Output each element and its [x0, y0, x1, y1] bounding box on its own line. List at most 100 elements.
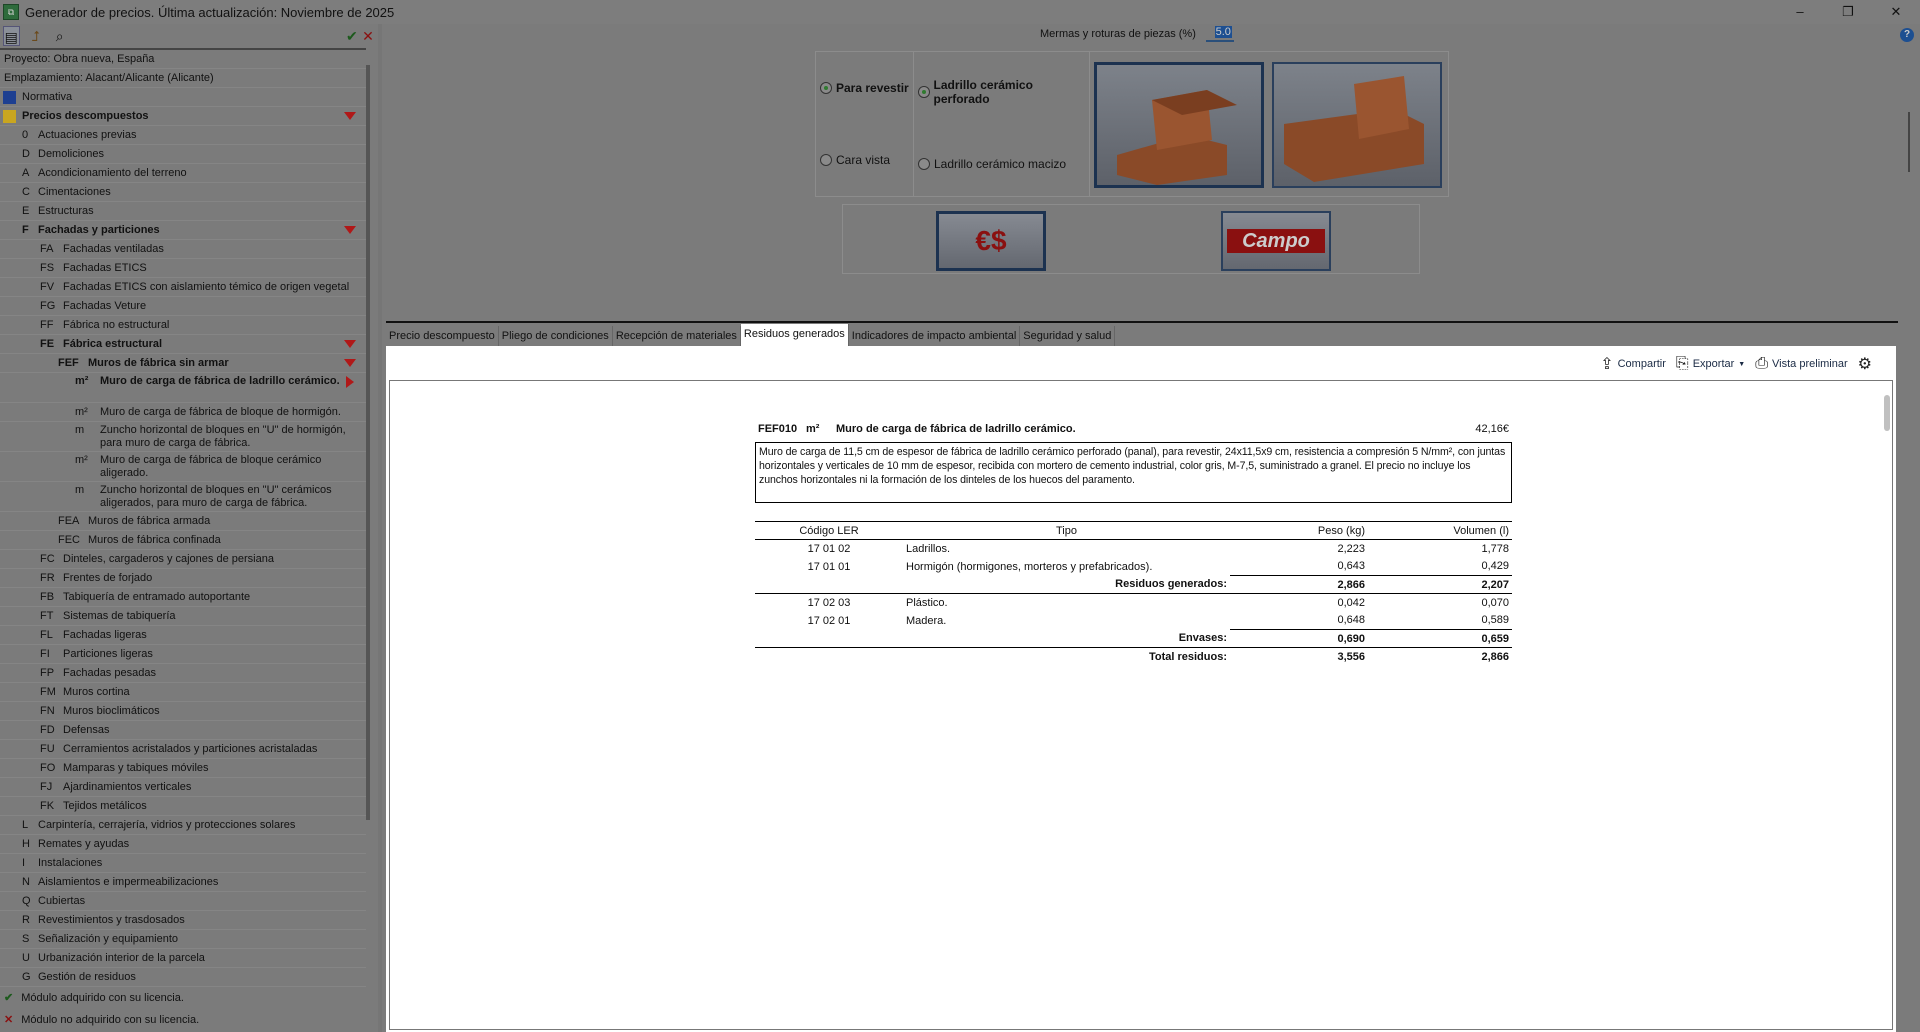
- cell-p: 3,556: [1230, 647, 1368, 666]
- tree-item[interactable]: m² Muro de carga de fábrica de bloque cer…: [0, 452, 366, 482]
- window-title: Generador de precios. Última actualizaci…: [25, 4, 395, 20]
- tree-item-code: G: [22, 971, 31, 983]
- tree-item[interactable]: FC Dinteles, cargaderos y cajones de pers…: [0, 550, 366, 569]
- tree-item[interactable]: m Zuncho horizontal de bloques en "U" de …: [0, 422, 366, 452]
- restore-button[interactable]: ❐: [1828, 2, 1868, 22]
- tree-item[interactable]: U Urbanización interior de la parcela: [0, 949, 366, 968]
- tree-item[interactable]: FF Fábrica no estructural: [0, 316, 366, 335]
- cancel-icon[interactable]: ✕: [360, 26, 376, 46]
- tree-item-code: FR: [40, 572, 55, 584]
- tree-item[interactable]: D Demoliciones: [0, 145, 366, 164]
- collapse-down-icon[interactable]: [344, 226, 356, 234]
- keyboard-icon[interactable]: ▤: [3, 26, 20, 46]
- cell-v: 1,778: [1481, 542, 1509, 555]
- tree-item[interactable]: I Instalaciones: [0, 854, 366, 873]
- cell-v: 2,207: [1368, 575, 1512, 594]
- tree-item[interactable]: A Acondicionamiento del terreno: [0, 164, 366, 183]
- tab-1[interactable]: Pliego de condiciones: [499, 326, 613, 346]
- tree-item-code: S: [22, 933, 30, 945]
- tree-item[interactable]: FI Particiones ligeras: [0, 645, 366, 664]
- tab-4[interactable]: Indicadores de impacto ambiental: [849, 326, 1021, 346]
- tree-item-code: N: [22, 876, 30, 888]
- price-tree: Proyecto: Obra nueva, España Emplazamient…: [0, 48, 366, 990]
- tree-item-code: FE: [40, 338, 55, 350]
- tree-item[interactable]: m² Muro de carga de fábrica de ladrillo c…: [0, 373, 366, 403]
- panel-splitter[interactable]: [378, 24, 382, 1032]
- tab-2[interactable]: Recepción de materiales: [613, 326, 741, 346]
- tree-item[interactable]: Normativa: [0, 88, 366, 107]
- tree-item[interactable]: m² Muro de carga de fábrica de bloque de …: [0, 403, 366, 422]
- tree-item[interactable]: FK Tejidos metálicos: [0, 797, 366, 816]
- tree-item[interactable]: FP Fachadas pesadas: [0, 664, 366, 683]
- document-scrollbar[interactable]: [1884, 395, 1890, 431]
- tab-5[interactable]: Seguridad y salud: [1020, 326, 1116, 346]
- main-scrollbar[interactable]: [1898, 24, 1920, 1032]
- tree-item[interactable]: N Aislamientos e impermeabilizaciones: [0, 873, 366, 892]
- tree-item[interactable]: FE Fábrica estructural: [0, 335, 366, 354]
- export-button[interactable]: ⎘ Exportar ▼: [1676, 355, 1745, 373]
- tree-item[interactable]: m Zuncho horizontal de bloques en "U" cer…: [0, 482, 366, 512]
- tree-item[interactable]: L Carpintería, cerrajería, vidrios y prot…: [0, 816, 366, 835]
- tab-0[interactable]: Precio descompuesto: [386, 326, 499, 346]
- tree-item-label: Muros de fábrica confinada: [88, 534, 221, 546]
- share-button[interactable]: ⇪ Compartir: [1600, 354, 1666, 374]
- tree-item[interactable]: E Estructuras: [0, 202, 366, 221]
- tree-item[interactable]: Proyecto: Obra nueva, España: [0, 50, 366, 69]
- tree-item[interactable]: FR Frentes de forjado: [0, 569, 366, 588]
- tree-item[interactable]: 0 Actuaciones previas: [0, 126, 366, 145]
- tree-item[interactable]: Precios descompuestos: [0, 107, 366, 126]
- radio-ladrillo-perforado[interactable]: Ladrillo cerámico perforado: [918, 78, 1085, 106]
- tree-item[interactable]: FL Fachadas ligeras: [0, 626, 366, 645]
- tree-item[interactable]: FEA Muros de fábrica armada: [0, 512, 366, 531]
- tree-item[interactable]: FEF Muros de fábrica sin armar: [0, 354, 366, 373]
- tree-item-label: Urbanización interior de la parcela: [38, 952, 205, 964]
- accept-icon[interactable]: ✔: [344, 26, 360, 46]
- settings-button[interactable]: ⚙: [1858, 354, 1872, 374]
- collapse-down-icon[interactable]: [344, 112, 356, 120]
- collapse-down-icon[interactable]: [344, 340, 356, 348]
- tree-item[interactable]: FU Cerramientos acristalados y particione…: [0, 740, 366, 759]
- minimize-button[interactable]: –: [1780, 2, 1820, 22]
- campo-brand-button[interactable]: Campo: [1221, 211, 1331, 271]
- cell-v: 0,070: [1481, 596, 1509, 609]
- tree-item[interactable]: FN Muros bioclimáticos: [0, 702, 366, 721]
- tree-item[interactable]: F Fachadas y particiones: [0, 221, 366, 240]
- tree-item[interactable]: S Señalización y equipamiento: [0, 930, 366, 949]
- tree-scrollbar[interactable]: [366, 65, 370, 820]
- tree-item[interactable]: FS Fachadas ETICS: [0, 259, 366, 278]
- tree-item[interactable]: FD Defensas: [0, 721, 366, 740]
- tree-item[interactable]: R Revestimientos y trasdosados: [0, 911, 366, 930]
- collapse-down-icon[interactable]: [344, 359, 356, 367]
- tree-item[interactable]: FV Fachadas ETICS con aislamiento témico …: [0, 278, 366, 297]
- radio-ladrillo-macizo[interactable]: Ladrillo cerámico macizo: [918, 157, 1085, 171]
- radio-para-revestir[interactable]: Para revestir: [820, 81, 909, 95]
- up-level-icon[interactable]: ⮥: [28, 26, 44, 46]
- tree-item[interactable]: FO Mamparas y tabiques móviles: [0, 759, 366, 778]
- tree-item[interactable]: FEC Muros de fábrica confinada: [0, 531, 366, 550]
- expand-right-icon[interactable]: [346, 376, 354, 388]
- tree-item[interactable]: FM Muros cortina: [0, 683, 366, 702]
- tree-item[interactable]: FG Fachadas Veture: [0, 297, 366, 316]
- tree-item[interactable]: FA Fachadas ventiladas: [0, 240, 366, 259]
- tree-item-label: Muro de carga de fábrica de ladrillo cer…: [100, 375, 340, 387]
- binoculars-icon[interactable]: ⌕: [52, 26, 68, 46]
- cell-t: Total residuos:: [1148, 650, 1227, 663]
- tree-item[interactable]: G Gestión de residuos: [0, 968, 366, 987]
- tree-item[interactable]: FT Sistemas de tabiquería: [0, 607, 366, 626]
- brick-wall-image-2[interactable]: [1272, 62, 1442, 188]
- help-icon[interactable]: ?: [1900, 28, 1914, 42]
- tree-item[interactable]: Emplazamiento: Alacant/Alicante (Alicant…: [0, 69, 366, 88]
- check-icon: ✔: [4, 992, 14, 1004]
- radio-cara-vista[interactable]: Cara vista: [820, 153, 909, 167]
- mermas-input[interactable]: 5.0: [1205, 26, 1234, 42]
- tree-item[interactable]: FB Tabiquería de entramado autoportante: [0, 588, 366, 607]
- close-button[interactable]: ✕: [1876, 2, 1916, 22]
- brick-wall-image-1[interactable]: [1094, 62, 1264, 188]
- tab-3[interactable]: Residuos generados: [740, 324, 849, 346]
- tree-item[interactable]: FJ Ajardinamientos verticales: [0, 778, 366, 797]
- tree-item[interactable]: Q Cubiertas: [0, 892, 366, 911]
- price-tags-button[interactable]: €$: [936, 211, 1046, 271]
- preview-button[interactable]: ⎙ Vista preliminar: [1755, 355, 1847, 373]
- tree-item[interactable]: C Cimentaciones: [0, 183, 366, 202]
- tree-item[interactable]: H Remates y ayudas: [0, 835, 366, 854]
